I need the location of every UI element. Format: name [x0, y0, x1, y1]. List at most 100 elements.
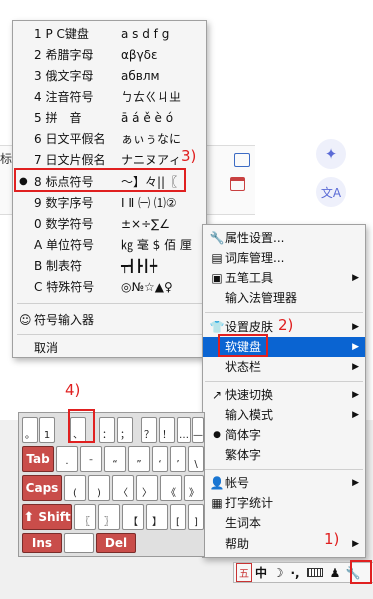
softkbd-item-7[interactable]: 7 日文片假名 ナニヌアィ: [13, 150, 206, 170]
soft-key[interactable]: 》: [184, 475, 204, 501]
annotation-step3: 3): [181, 147, 197, 165]
selected-bullet-icon: ●: [213, 430, 221, 440]
menu-item-status-bar[interactable]: 状态栏 ▶: [203, 357, 365, 377]
menu-item-vocab-book[interactable]: 生词本: [203, 513, 365, 533]
softkbd-item-c[interactable]: C 特殊符号 ◎№☆▲♀: [13, 277, 206, 297]
soft-key[interactable]: ˉ: [80, 446, 102, 472]
soft-key[interactable]: ：: [99, 417, 115, 443]
calendar-icon[interactable]: [230, 177, 245, 191]
menu-item-wubi-tools[interactable]: ▣ 五笔工具 ▶: [203, 268, 365, 288]
annotation-step1: 1): [324, 530, 340, 548]
soft-key[interactable]: 1: [39, 417, 55, 443]
submenu-arrow-icon: ▶: [352, 342, 359, 352]
background-partial-text: 标: [0, 152, 13, 166]
menu-separator: [205, 381, 363, 382]
soft-key[interactable]: 】: [146, 504, 168, 530]
soft-key[interactable]: 〈: [112, 475, 134, 501]
soft-key[interactable]: 《: [160, 475, 182, 501]
submenu-arrow-icon: ▶: [352, 539, 359, 549]
soft-key[interactable]: 〖: [74, 504, 96, 530]
menu-item-typing-stats[interactable]: ▦ 打字统计: [203, 493, 365, 513]
softkbd-item-a[interactable]: A 单位符号㎏ 毫 $ 佰 厘: [13, 235, 206, 255]
menu-separator: [205, 469, 363, 470]
softkbd-item-9[interactable]: 9 数字序号 Ⅰ Ⅱ ㈠ ⑴②: [13, 193, 206, 213]
soft-key[interactable]: —: [192, 417, 204, 443]
user-icon[interactable]: ♟: [326, 563, 344, 582]
submenu-arrow-icon: ▶: [352, 362, 359, 372]
soft-key[interactable]: 〗: [98, 504, 120, 530]
soft-keyboard: 。 1 、 ： ； ？ ！ … — Tab · ˉ “ ” ‘ ’ \ Caps…: [18, 412, 205, 557]
soft-key[interactable]: …: [177, 417, 191, 443]
mode-button[interactable]: 五: [236, 563, 252, 582]
highlight-box-soft-keyboard: [218, 334, 268, 357]
annotation-step2: 2): [278, 316, 294, 334]
ins-key[interactable]: Ins: [22, 533, 62, 553]
menu-separator: [17, 303, 202, 304]
cancel-item[interactable]: 取消: [13, 338, 206, 358]
switch-icon: ↗: [211, 388, 223, 402]
stats-icon: ▦: [211, 496, 223, 510]
monitor-icon[interactable]: [234, 153, 250, 167]
soft-key[interactable]: ]: [188, 504, 204, 530]
soft-key[interactable]: 〉: [136, 475, 158, 501]
soft-key[interactable]: ): [88, 475, 110, 501]
softkbd-item-6[interactable]: 6 日文平假名 ぁぃぅなに: [13, 129, 206, 149]
highlight-box-key: [68, 409, 95, 443]
submenu-arrow-icon: ▶: [352, 410, 359, 420]
menu-item-simplified[interactable]: ● 简体字: [203, 425, 365, 445]
user-icon: 👤: [209, 476, 225, 490]
soft-key[interactable]: \: [188, 446, 204, 472]
translate-icon[interactable]: 文A: [316, 177, 346, 207]
toolbox-icon: ▣: [211, 271, 223, 285]
symbol-input-item[interactable]: ☺ 符号输入器: [13, 310, 206, 330]
wrench-icon: 🔧: [209, 231, 225, 245]
punctuation-toggle[interactable]: ·,: [286, 563, 304, 582]
soft-key[interactable]: ”: [128, 446, 150, 472]
submenu-arrow-icon: ▶: [352, 478, 359, 488]
caps-key[interactable]: Caps: [22, 475, 62, 501]
menu-item-quick-switch[interactable]: ↗ 快速切换 ▶: [203, 385, 365, 405]
soft-key[interactable]: [: [170, 504, 186, 530]
menu-separator: [17, 334, 202, 335]
softkbd-item-0[interactable]: 0 数学符号 ±×÷∑∠: [13, 214, 206, 234]
softkbd-item-1[interactable]: 1 P C键盘 a s d f g: [13, 24, 206, 44]
soft-key[interactable]: (: [64, 475, 86, 501]
sparkle-icon[interactable]: ✦: [316, 139, 346, 169]
menu-item-input-mode[interactable]: 输入模式 ▶: [203, 405, 365, 425]
soft-key[interactable]: ’: [170, 446, 186, 472]
highlight-box-punctuation: [14, 168, 186, 192]
highlight-box-wrench: [350, 560, 372, 584]
annotation-step4: 4): [65, 381, 81, 399]
soft-key[interactable]: ·: [56, 446, 78, 472]
softkbd-item-4[interactable]: 4 注音符号 ㄅㄊㄍㄐㄓ: [13, 87, 206, 107]
smiley-icon: ☺: [19, 313, 32, 327]
space-key[interactable]: [64, 533, 94, 553]
menu-item-ime-manager[interactable]: 输入法管理器: [203, 288, 365, 308]
menu-item-properties[interactable]: 🔧 属性设置...: [203, 228, 365, 248]
tab-key[interactable]: Tab: [22, 446, 54, 472]
language-toggle[interactable]: 中: [252, 563, 270, 582]
soft-key[interactable]: 。: [22, 417, 38, 443]
book-icon: ▤: [211, 251, 223, 265]
softkbd-item-5[interactable]: 5 拼 音ā á ě è ó: [13, 108, 206, 128]
menu-item-help[interactable]: 帮助 ▶: [203, 534, 365, 554]
submenu-arrow-icon: ▶: [352, 322, 359, 332]
soft-key[interactable]: 【: [122, 504, 144, 530]
menu-item-traditional[interactable]: 繁体字: [203, 445, 365, 465]
moon-icon[interactable]: ☽: [270, 563, 286, 582]
soft-key[interactable]: ！: [159, 417, 175, 443]
soft-key[interactable]: ‘: [152, 446, 168, 472]
softkbd-item-b[interactable]: B 制表符 ┯┫┣┃┿: [13, 256, 206, 276]
shirt-icon: 👕: [209, 320, 225, 334]
soft-key[interactable]: ？: [141, 417, 157, 443]
keyboard-icon[interactable]: [304, 563, 326, 582]
soft-key[interactable]: “: [104, 446, 126, 472]
softkbd-item-3[interactable]: 3 俄文字母 абвлм: [13, 66, 206, 86]
softkbd-item-2[interactable]: 2 希腊字母 αβγδε: [13, 45, 206, 65]
menu-item-account[interactable]: 👤 帐号 ▶: [203, 473, 365, 493]
submenu-arrow-icon: ▶: [352, 390, 359, 400]
menu-item-dictionary[interactable]: ▤ 词库管理...: [203, 248, 365, 268]
del-key[interactable]: Del: [96, 533, 136, 553]
shift-key[interactable]: ⬆ Shift: [22, 504, 72, 530]
soft-key[interactable]: ；: [117, 417, 133, 443]
